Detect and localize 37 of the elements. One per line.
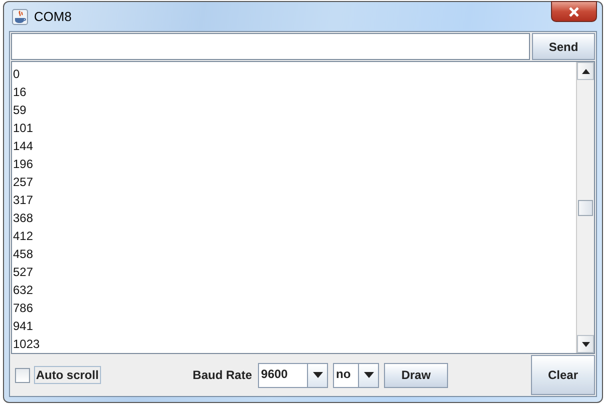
output-line: 527 <box>13 265 34 279</box>
close-icon <box>568 6 580 16</box>
output-line: 941 <box>13 319 34 333</box>
dropdown-arrow-icon <box>312 372 323 378</box>
dropdown-arrow-icon <box>364 372 374 378</box>
output-line: 16 <box>13 85 26 99</box>
clear-button[interactable]: Clear <box>531 355 595 395</box>
line-ending-dropdown[interactable]: no <box>333 362 380 388</box>
down-arrow-icon <box>582 342 590 346</box>
close-button[interactable] <box>551 1 597 22</box>
checkbox[interactable] <box>15 368 30 382</box>
output-line: 368 <box>13 211 34 225</box>
output-line: 257 <box>13 175 34 189</box>
output-line: 59 <box>13 103 26 117</box>
window-title: COM8 <box>34 9 73 24</box>
draw-button[interactable]: Draw <box>384 362 448 388</box>
output-line: 317 <box>13 193 34 207</box>
scroll-down-button[interactable] <box>577 335 594 353</box>
baud-rate-dropdown[interactable]: 9600 <box>258 362 328 388</box>
auto-scroll-label[interactable]: Auto scroll <box>34 366 101 384</box>
output-line: 412 <box>13 229 34 243</box>
output-line: 1023 <box>13 337 40 351</box>
output-line: 632 <box>13 283 34 297</box>
baud-rate-label: Baud Rate <box>192 368 252 382</box>
output-line: 144 <box>13 139 34 153</box>
output-line: 786 <box>13 301 34 315</box>
output-line: 0 <box>13 67 20 81</box>
up-arrow-icon <box>582 68 590 74</box>
scroll-thumb[interactable] <box>578 200 593 216</box>
send-button[interactable]: Send <box>532 33 595 60</box>
scrollbar[interactable] <box>576 62 594 353</box>
input-field[interactable] <box>11 33 530 60</box>
java-cup-icon <box>12 8 28 24</box>
output-line: 458 <box>13 247 34 261</box>
output-line: 196 <box>13 157 34 171</box>
scroll-up-button[interactable] <box>577 62 594 80</box>
output-line: 101 <box>13 121 34 135</box>
